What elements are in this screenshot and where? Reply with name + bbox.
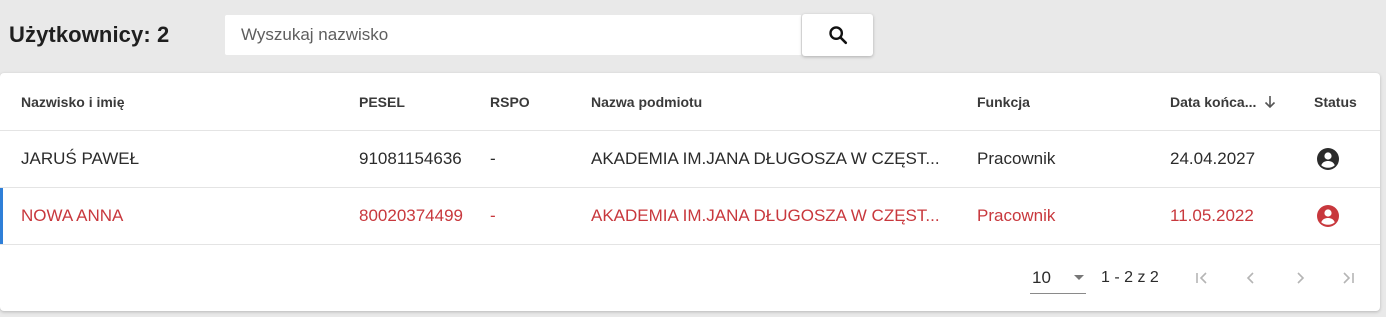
cell-organization: AKADEMIA IM.JANA DŁUGOSZA W CZĘST... bbox=[591, 149, 940, 168]
chevron-right-icon bbox=[1292, 270, 1308, 286]
cell-pesel: 80020374499 bbox=[359, 206, 464, 225]
paginator: 10 1 - 2 z 2 bbox=[0, 245, 1380, 311]
user-account-icon bbox=[1316, 204, 1340, 228]
cell-function: Pracownik bbox=[977, 149, 1056, 168]
cell-end-date: 24.04.2027 bbox=[1170, 149, 1256, 168]
search-input[interactable] bbox=[225, 15, 801, 55]
page-size-select[interactable]: 10 bbox=[1030, 263, 1086, 294]
table-header-row: Nazwisko i imię PESEL RSPO Nazwa podmiot… bbox=[0, 73, 1380, 131]
page-title: Użytkownicy: 2 bbox=[9, 22, 170, 47]
search-button[interactable] bbox=[802, 14, 873, 56]
cell-name: NOWA ANNA bbox=[21, 206, 124, 225]
users-table-card: Nazwisko i imię PESEL RSPO Nazwa podmiot… bbox=[0, 73, 1380, 311]
page-range-label: 1 - 2 z 2 bbox=[1101, 269, 1159, 286]
cell-rspo: - bbox=[490, 149, 496, 168]
page-size-value: 10 bbox=[1032, 268, 1051, 287]
column-header-pesel[interactable]: PESEL bbox=[359, 73, 405, 130]
cell-rspo: - bbox=[490, 206, 496, 225]
dropdown-caret-icon bbox=[1074, 275, 1084, 280]
cell-status bbox=[1314, 131, 1340, 187]
column-header-name[interactable]: Nazwisko i imię bbox=[21, 73, 124, 130]
table-row[interactable]: NOWA ANNA 80020374499 - AKADEMIA IM.JANA… bbox=[0, 188, 1380, 245]
arrow-down-icon bbox=[1264, 95, 1276, 109]
cell-name: JARUŚ PAWEŁ bbox=[21, 149, 140, 168]
column-header-organization[interactable]: Nazwa podmiotu bbox=[591, 73, 951, 130]
cell-end-date: 11.05.2022 bbox=[1170, 206, 1254, 225]
last-page-icon bbox=[1340, 270, 1356, 286]
column-header-rspo[interactable]: RSPO bbox=[490, 73, 530, 130]
cell-pesel: 91081154636 bbox=[359, 149, 462, 168]
cell-status bbox=[1314, 188, 1340, 244]
cell-organization: AKADEMIA IM.JANA DŁUGOSZA W CZĘST... bbox=[591, 206, 940, 225]
column-header-end-date[interactable]: Data końca... bbox=[1170, 73, 1276, 130]
last-page-button[interactable] bbox=[1334, 264, 1362, 292]
chevron-left-icon bbox=[1243, 270, 1259, 286]
selected-row-indicator bbox=[0, 188, 3, 244]
column-header-function[interactable]: Funkcja bbox=[977, 73, 1030, 130]
cell-function: Pracownik bbox=[977, 206, 1056, 225]
previous-page-button[interactable] bbox=[1237, 264, 1265, 292]
column-header-end-date-label: Data końca... bbox=[1170, 93, 1257, 110]
next-page-button[interactable] bbox=[1286, 264, 1314, 292]
column-header-status[interactable]: Status bbox=[1314, 73, 1357, 130]
toolbar: Użytkownicy: 2 bbox=[0, 0, 1386, 72]
user-account-icon bbox=[1316, 147, 1340, 171]
table-row[interactable]: JARUŚ PAWEŁ 91081154636 - AKADEMIA IM.JA… bbox=[0, 131, 1380, 188]
first-page-icon bbox=[1194, 270, 1210, 286]
search-icon bbox=[827, 24, 849, 46]
first-page-button[interactable] bbox=[1188, 264, 1216, 292]
